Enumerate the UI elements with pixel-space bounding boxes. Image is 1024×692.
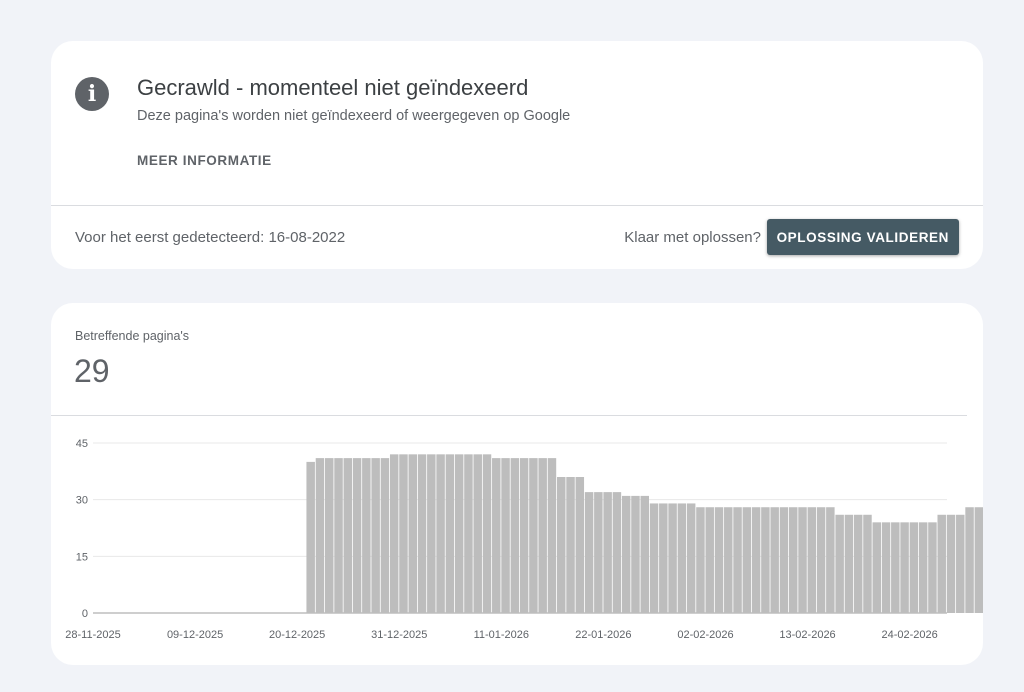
chart-bar (436, 454, 445, 613)
chart-bar (603, 492, 612, 613)
chart-bar (789, 507, 798, 613)
chart-bar (965, 507, 974, 613)
chart-bar (557, 477, 566, 613)
chart-bar (844, 514, 854, 613)
chart-bar (807, 507, 817, 613)
x-tick-label: 28-11-2025 (65, 629, 120, 641)
chart-bar (631, 495, 640, 613)
chart-bar (826, 507, 835, 613)
chart-bar (427, 454, 436, 613)
pages-bar-chart: 0 15 30 45 28-11-2025 09-12-2025 20-12-2025 31-… (65, 438, 983, 641)
more-info-link[interactable]: MEER INFORMATIE (137, 153, 272, 168)
chart-bar (538, 458, 547, 613)
chart-bar (547, 458, 557, 613)
x-tick-label: 02-02-2026 (677, 629, 733, 641)
chart-bar (714, 507, 724, 613)
chart-bar (594, 492, 603, 613)
x-tick-label: 09-12-2025 (167, 629, 223, 641)
chart-bar (798, 507, 807, 613)
chart-bar (918, 522, 928, 613)
chart-bar (853, 514, 863, 613)
chart-bar (399, 454, 408, 613)
y-tick-label: 15 (76, 551, 88, 563)
chart-bar (352, 458, 362, 613)
chart-bar (566, 477, 575, 613)
chart-bar (362, 458, 371, 613)
chart-bar (371, 458, 380, 613)
chart-bar (751, 507, 761, 613)
chart-bar (770, 507, 779, 613)
chart-bar (510, 458, 520, 613)
chart-bar (835, 514, 844, 613)
chart-bar (686, 503, 696, 613)
x-tick-label: 22-01-2026 (575, 629, 631, 641)
chart-bar (612, 492, 622, 613)
chart-bar (325, 458, 334, 613)
chart-bar (389, 454, 399, 613)
chart-bar (705, 507, 714, 613)
chart-bar (881, 522, 891, 613)
chart-bar (742, 507, 752, 613)
chart-bar (408, 454, 417, 613)
issue-card: i Gecrawld - momenteel niet geïndexeerd … (51, 41, 983, 269)
chart-bar (640, 495, 649, 613)
chart-bar (306, 461, 315, 613)
x-tick-label: 31-12-2025 (371, 629, 427, 641)
chart-bar (677, 503, 687, 613)
chart-bar (575, 477, 585, 613)
info-icon: i (75, 77, 109, 111)
chart-bar (519, 458, 529, 613)
x-tick-label: 20-12-2025 (269, 629, 325, 641)
chart-bar (761, 507, 770, 613)
chart-bar (816, 507, 826, 613)
chart-bar (464, 454, 473, 613)
issue-description: Deze pagina's worden niet geïndexeerd of… (137, 108, 571, 124)
chart-bar (343, 458, 353, 613)
x-tick-label: 11-01-2026 (474, 629, 529, 641)
chart-bar (482, 454, 492, 613)
x-tick-label: 13-02-2026 (779, 629, 835, 641)
chart-bar (649, 503, 659, 613)
chart-bar (779, 507, 789, 613)
chart-bar (696, 507, 705, 613)
first-detected-text: Voor het eerst gedetecteerd: 16-08-2022 (75, 229, 346, 246)
chart-bar (529, 458, 538, 613)
chart-bar (445, 454, 455, 613)
chart-bar (872, 522, 881, 613)
chart-bar (900, 522, 909, 613)
chart-bar (733, 507, 742, 613)
chart-bar (380, 458, 390, 613)
chart-bar (724, 507, 733, 613)
chart-bar (937, 514, 946, 613)
chart-bar (454, 454, 464, 613)
chart-bar (946, 514, 956, 613)
chart-bar (473, 454, 482, 613)
chart-bar (909, 522, 919, 613)
ready-to-fix-text: Klaar met oplossen? (624, 229, 761, 246)
y-tick-label: 0 (82, 608, 88, 620)
chart-bar (891, 522, 900, 613)
chart-bar (315, 458, 325, 613)
chart-bar (334, 458, 343, 613)
chart-bar (956, 514, 965, 613)
issue-title: Gecrawld - momenteel niet geïndexeerd (137, 75, 529, 100)
chart-bar (584, 492, 594, 613)
chart-bar (668, 503, 677, 613)
chart-bar (928, 522, 937, 613)
chart-bar (863, 514, 872, 613)
validate-fix-button[interactable]: OPLOSSING VALIDEREN (766, 219, 959, 255)
chart-bar (659, 503, 668, 613)
y-tick-label: 45 (76, 438, 88, 450)
chart-bar (501, 458, 510, 613)
divider (51, 205, 983, 206)
x-tick-label: 24-02-2026 (881, 629, 937, 641)
chart-bar (492, 458, 501, 613)
chart-card: Betreffende pagina's 29 0 15 30 45 28-11-202… (51, 303, 983, 665)
chart-bar (974, 507, 983, 613)
chart-bar (621, 495, 631, 613)
y-tick-label: 30 (76, 495, 88, 507)
chart-bar (417, 454, 427, 613)
